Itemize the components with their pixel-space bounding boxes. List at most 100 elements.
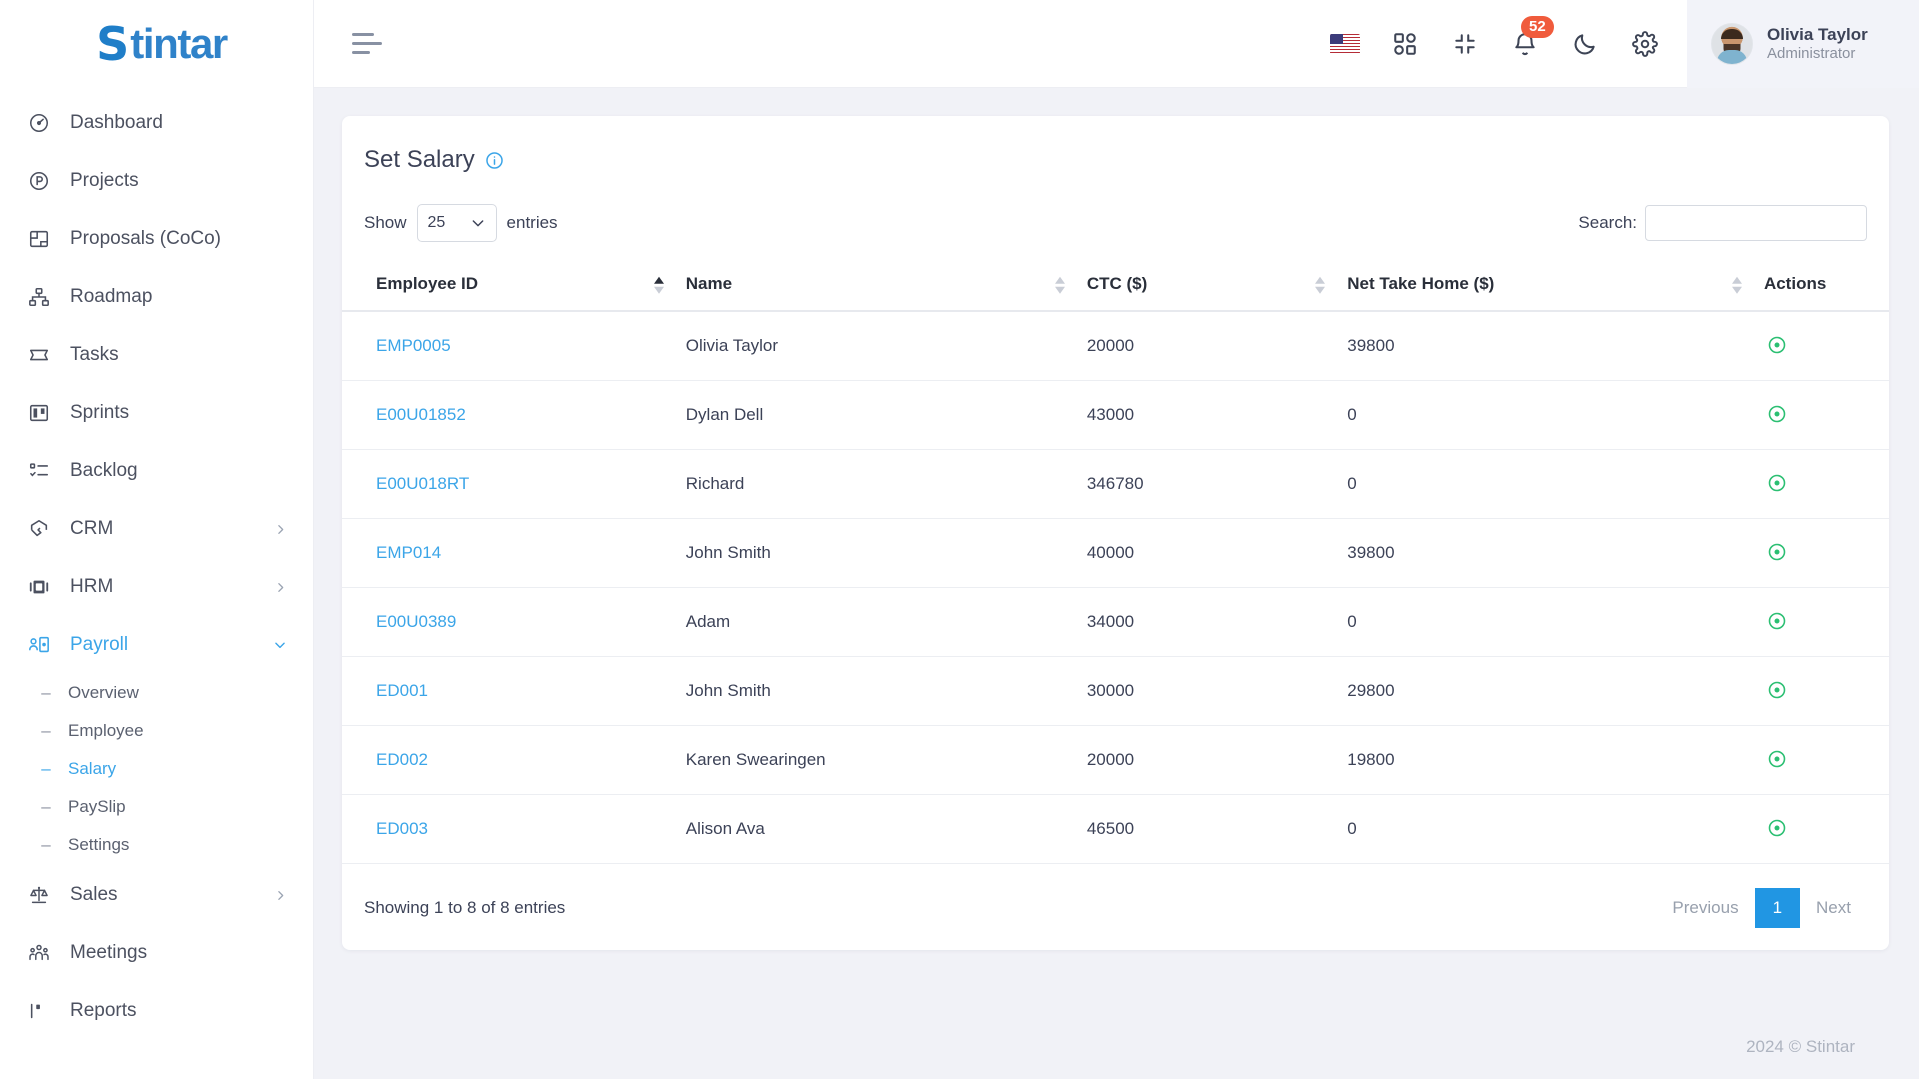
main-area: 52 Olivia Taylor Administrator Set Salar… bbox=[314, 0, 1919, 1079]
sidebar-item-crm[interactable]: CRM bbox=[0, 500, 313, 558]
sidebar-item-hrm[interactable]: HRM bbox=[0, 558, 313, 616]
payroll-submenu: – Overview – Employee – Salary – PaySlip… bbox=[0, 674, 313, 866]
sidebar-item-proposals[interactable]: Proposals (CoCo) bbox=[0, 210, 313, 268]
sidebar-item-sales[interactable]: Sales bbox=[0, 866, 313, 924]
eye-icon[interactable] bbox=[1764, 332, 1790, 358]
table-row: ED002 Karen Swearingen 20000 19800 bbox=[342, 725, 1889, 795]
employee-id-link[interactable]: EMP014 bbox=[376, 543, 441, 562]
cell-ctc: 346780 bbox=[1086, 449, 1348, 519]
salary-table: Employee ID Name CTC ($) Net Take Home (… bbox=[342, 264, 1889, 864]
employee-id-link[interactable]: E00U018RT bbox=[376, 474, 469, 493]
eye-icon[interactable] bbox=[1764, 746, 1790, 772]
eye-icon[interactable] bbox=[1764, 608, 1790, 634]
column-header-actions: Actions bbox=[1763, 264, 1889, 312]
submenu-item-payslip[interactable]: – PaySlip bbox=[0, 788, 313, 826]
showing-entries-info: Showing 1 to 8 of 8 entries bbox=[364, 898, 566, 917]
eye-icon[interactable] bbox=[1764, 677, 1790, 703]
submenu-item-salary[interactable]: – Salary bbox=[0, 750, 313, 788]
pagination-next[interactable]: Next bbox=[1800, 888, 1867, 928]
sidebar-item-payroll[interactable]: Payroll bbox=[0, 616, 313, 674]
hamburger-icon[interactable] bbox=[352, 33, 386, 54]
employee-id-link[interactable]: ED002 bbox=[376, 750, 428, 769]
table-row: EMP0005 Olivia Taylor 20000 39800 bbox=[342, 311, 1889, 381]
column-header-net-take-home[interactable]: Net Take Home ($) bbox=[1347, 264, 1764, 312]
sidebar-item-dashboard[interactable]: Dashboard bbox=[0, 94, 313, 152]
us-flag-icon[interactable] bbox=[1329, 28, 1361, 60]
column-header-employee-id[interactable]: Employee ID bbox=[342, 264, 686, 312]
sidebar-item-label: CRM bbox=[70, 518, 114, 539]
page-length-select[interactable]: 25 bbox=[416, 204, 497, 242]
submenu-item-label: PaySlip bbox=[68, 797, 126, 816]
submenu-item-label: Salary bbox=[68, 759, 117, 778]
table-row: E00U0389 Adam 34000 0 bbox=[342, 587, 1889, 657]
eye-icon[interactable] bbox=[1764, 470, 1790, 496]
sidebar-item-label: Tasks bbox=[70, 344, 119, 365]
circle-p-icon bbox=[26, 168, 52, 194]
gear-icon[interactable] bbox=[1629, 28, 1661, 60]
submenu-item-settings[interactable]: – Settings bbox=[0, 826, 313, 864]
handshake-icon bbox=[26, 516, 52, 542]
column-header-ctc[interactable]: CTC ($) bbox=[1086, 264, 1348, 312]
brand-logo[interactable]: Stintar bbox=[0, 0, 313, 88]
employee-id-link[interactable]: E00U0389 bbox=[376, 612, 456, 631]
page-length-control: Show 25 entries bbox=[364, 204, 558, 242]
brand-name: tintar bbox=[130, 20, 228, 67]
sidebar-item-sprints[interactable]: Sprints bbox=[0, 384, 313, 442]
sidebar-item-reports[interactable]: Reports bbox=[0, 982, 313, 1040]
search-input[interactable] bbox=[1645, 205, 1867, 241]
user-profile-menu[interactable]: Olivia Taylor Administrator bbox=[1687, 0, 1919, 88]
cell-ctc: 46500 bbox=[1086, 794, 1348, 864]
cell-name: Richard bbox=[685, 449, 1087, 519]
sidebar-item-projects[interactable]: Projects bbox=[0, 152, 313, 210]
column-header-name[interactable]: Name bbox=[685, 264, 1087, 312]
table-row: EMP014 John Smith 40000 39800 bbox=[342, 518, 1889, 588]
employee-id-link[interactable]: ED001 bbox=[376, 681, 428, 700]
moon-icon[interactable] bbox=[1569, 28, 1601, 60]
report-icon bbox=[26, 998, 52, 1024]
cell-name: Alison Ava bbox=[685, 794, 1087, 864]
brand-initial: S bbox=[96, 17, 129, 71]
ticket-icon bbox=[26, 342, 52, 368]
submenu-item-label: Employee bbox=[68, 721, 144, 740]
cell-net-take-home: 0 bbox=[1347, 794, 1764, 864]
table-controls: Show 25 entries Search: bbox=[342, 174, 1889, 242]
sidebar-item-roadmap[interactable]: Roadmap bbox=[0, 268, 313, 326]
sidebar-item-tasks[interactable]: Tasks bbox=[0, 326, 313, 384]
app-root: Stintar Dashboard Projects Proposals (Co… bbox=[0, 0, 1919, 1079]
gauge-icon bbox=[26, 110, 52, 136]
cell-name: John Smith bbox=[685, 656, 1087, 726]
info-circle-icon[interactable] bbox=[485, 151, 504, 170]
pagination-page-1[interactable]: 1 bbox=[1754, 888, 1801, 928]
sidebar-item-backlog[interactable]: Backlog bbox=[0, 442, 313, 500]
chevron-down-icon bbox=[273, 638, 287, 652]
sort-indicator bbox=[653, 276, 664, 294]
table-row: E00U018RT Richard 346780 0 bbox=[342, 449, 1889, 519]
dash-icon: – bbox=[41, 759, 51, 778]
column-label: CTC ($) bbox=[1086, 274, 1148, 293]
column-label: Net Take Home ($) bbox=[1347, 274, 1495, 293]
sort-indicator bbox=[1315, 276, 1326, 294]
cell-name: Olivia Taylor bbox=[685, 311, 1087, 381]
compress-icon[interactable] bbox=[1449, 28, 1481, 60]
eye-icon[interactable] bbox=[1764, 815, 1790, 841]
cell-net-take-home: 0 bbox=[1347, 449, 1764, 519]
employee-id-link[interactable]: EMP0005 bbox=[376, 336, 451, 355]
submenu-item-employee[interactable]: – Employee bbox=[0, 712, 313, 750]
table-row: ED001 John Smith 30000 29800 bbox=[342, 656, 1889, 726]
employee-id-link[interactable]: ED003 bbox=[376, 819, 428, 838]
sidebar-item-label: Sprints bbox=[70, 402, 130, 423]
sidebar-item-label: Reports bbox=[70, 1000, 137, 1021]
pagination-previous[interactable]: Previous bbox=[1656, 888, 1754, 928]
table-head: Employee ID Name CTC ($) Net Take Home (… bbox=[342, 264, 1889, 312]
employee-id-link[interactable]: E00U01852 bbox=[376, 405, 466, 424]
submenu-item-overview[interactable]: – Overview bbox=[0, 674, 313, 712]
sidebar-item-label: Proposals (CoCo) bbox=[70, 228, 221, 249]
cell-net-take-home: 39800 bbox=[1347, 311, 1764, 381]
eye-icon[interactable] bbox=[1764, 539, 1790, 565]
bell-icon[interactable]: 52 bbox=[1509, 15, 1554, 60]
sitemap-icon bbox=[26, 284, 52, 310]
topbar: 52 Olivia Taylor Administrator bbox=[314, 0, 1919, 88]
sidebar-item-meetings[interactable]: Meetings bbox=[0, 924, 313, 982]
grid-apps-icon[interactable] bbox=[1389, 28, 1421, 60]
eye-icon[interactable] bbox=[1764, 401, 1790, 427]
